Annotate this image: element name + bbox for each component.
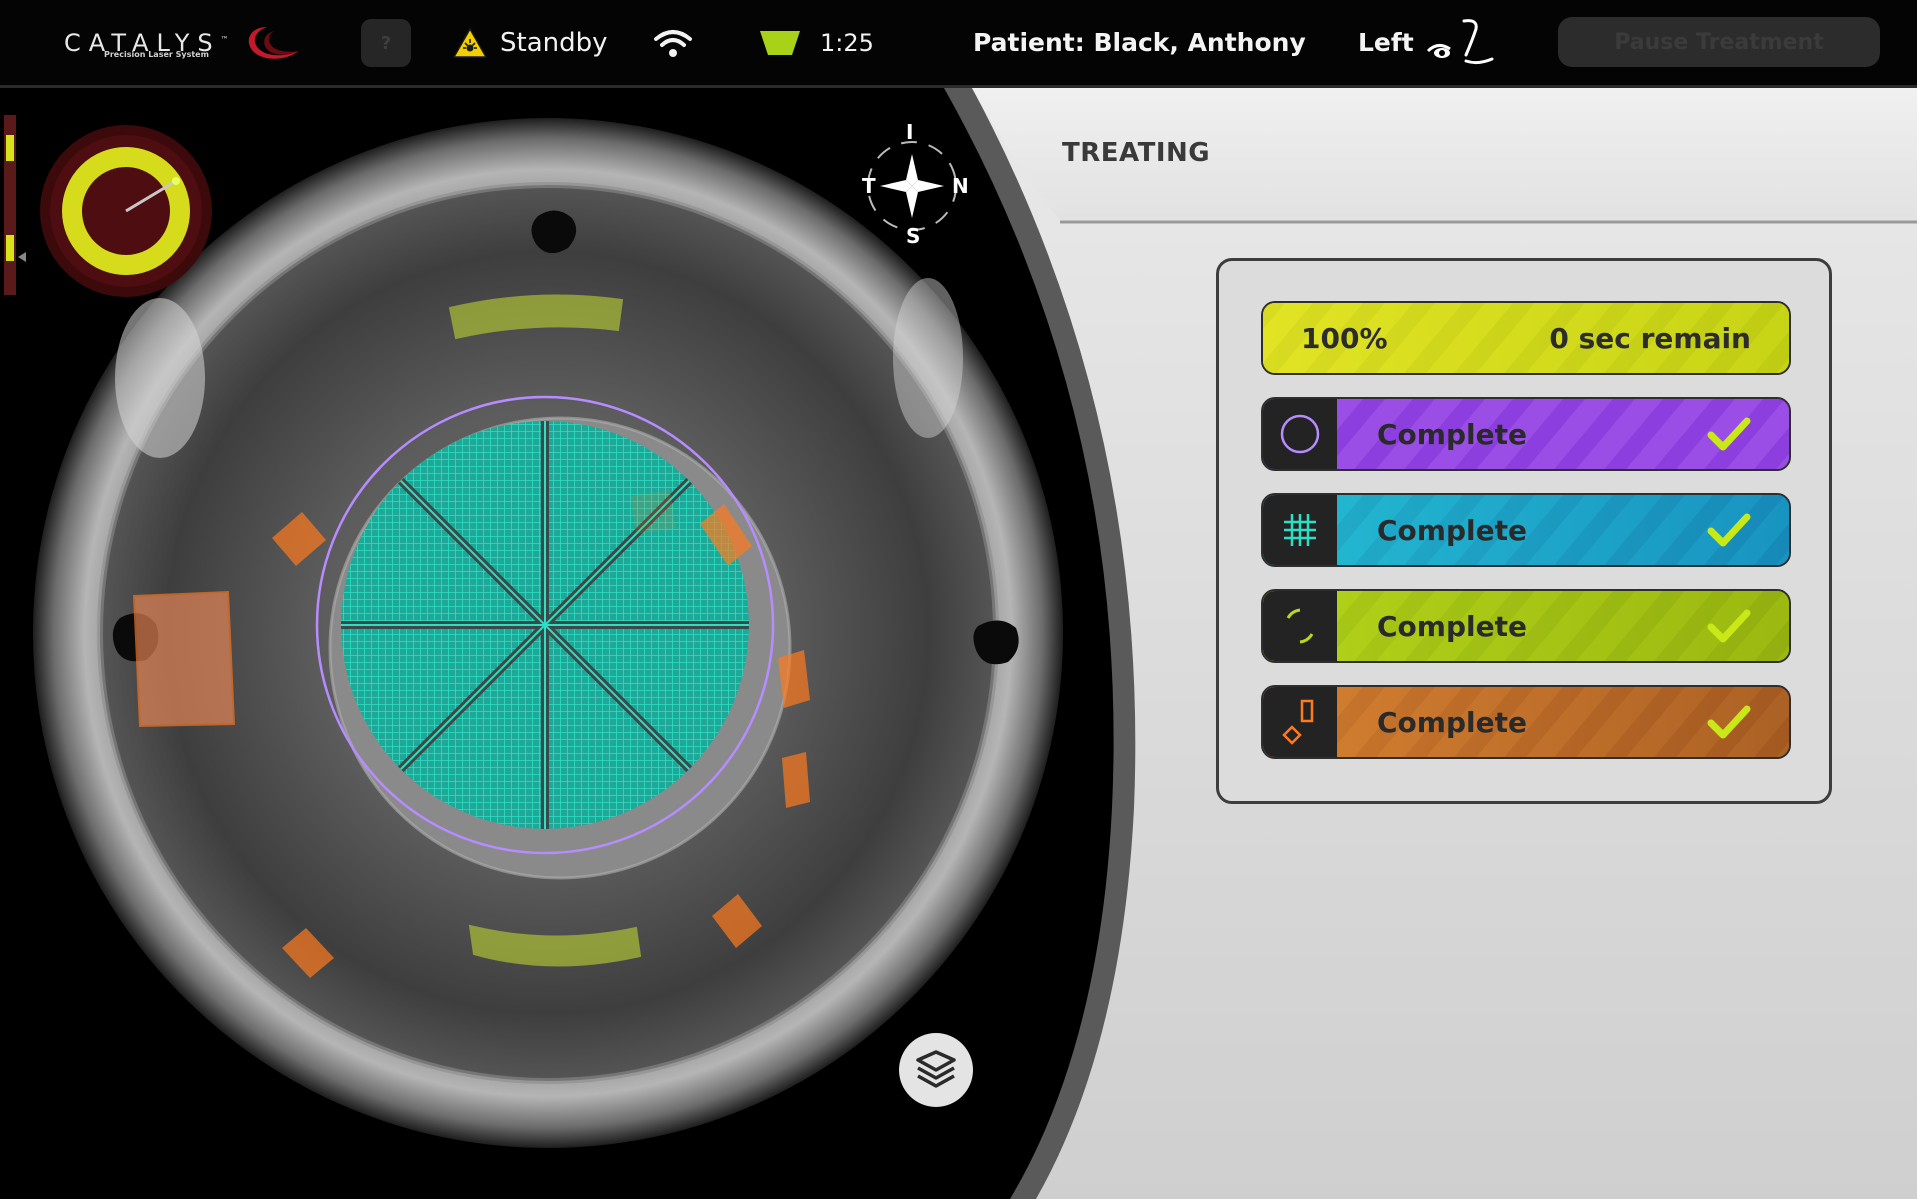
incision-icon [1263,687,1337,757]
fiducial-mark-left [112,613,159,662]
orange-markers [272,504,810,978]
treatment-steps-box: 100% 0 sec remain Complete Complete Comp… [1216,258,1832,804]
check-icon [1707,705,1751,739]
layers-icon [916,1050,956,1088]
patient-name: Patient: Black, Anthony [973,28,1306,57]
main-incision [132,590,236,728]
arcuate-incision-top [448,294,624,340]
layers-button[interactable] [899,1033,973,1107]
progress-percent: 100% [1301,321,1388,355]
compass-temporal-label: T [862,174,876,198]
capsulotomy-status: Complete [1377,417,1527,451]
incision-step: Complete [1261,685,1791,759]
fragmentation-step: Complete [1261,493,1791,567]
check-icon [1707,513,1751,547]
compass-inferior-label: I [906,120,914,144]
wifi-icon [652,0,694,85]
pause-treatment-button[interactable]: Pause Treatment [1558,17,1880,67]
level-indicator-icon [760,30,800,55]
fiducial-mark-right [973,620,1019,665]
capsulotomy-ring [315,395,775,855]
logo-subtitle: Precision Laser System [104,50,209,59]
treatment-timer: 1:25 [758,0,874,85]
left-eye-face-icon [1426,18,1494,64]
timer-value: 1:25 [820,28,874,57]
arcuate-step: Complete [1261,589,1791,663]
fiducial-mark-top [531,210,577,254]
standby-label: Standby [500,27,608,58]
capsulotomy-step: Complete [1261,397,1791,471]
eye-side: Left [1358,0,1502,85]
circle-icon [1263,399,1337,469]
top-bar: CATALYS™ Precision Laser System ? Standb… [0,0,1917,88]
compass-nasal-label: N [952,174,969,198]
orientation-compass: I T N S [858,120,969,248]
check-icon [1707,417,1751,451]
help-button[interactable]: ? [361,19,411,67]
fragmentation-status: Complete [1377,513,1527,547]
depth-gauge [4,115,26,295]
arcuate-status: Complete [1377,609,1527,643]
check-icon [1707,609,1751,643]
alignment-dial [40,125,212,297]
eye-side-label: Left [1358,28,1414,57]
fragmentation-grid [341,421,749,829]
grid-icon [1263,495,1337,565]
arcuate-incision-bottom [468,924,642,967]
logo-swoosh-icon [248,26,299,59]
compass-superior-label: S [906,224,921,248]
overall-progress-bar: 100% 0 sec remain [1261,301,1791,375]
arc-icon [1263,591,1337,661]
laser-warning-icon [452,26,488,58]
incision-status: Complete [1377,705,1527,739]
laser-status: Standby [452,0,608,85]
time-remaining: 0 sec remain [1549,321,1751,355]
catalys-logo: CATALYS™ Precision Laser System [64,0,303,85]
